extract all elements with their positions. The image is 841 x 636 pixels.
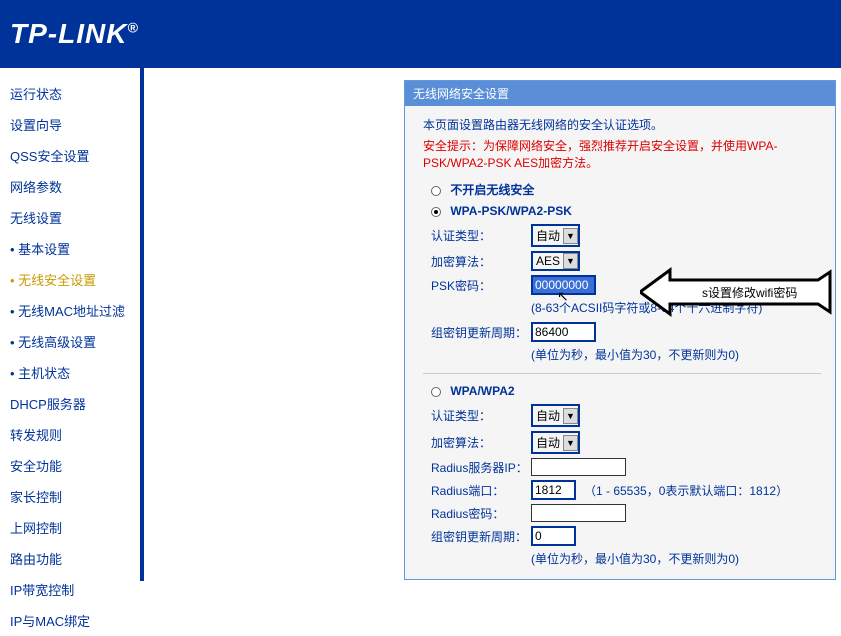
auth-type-select[interactable]: 自动▼ <box>531 224 580 247</box>
radio-icon <box>431 387 441 397</box>
sidebar-item-bandwidth[interactable]: IP带宽控制 <box>0 574 140 605</box>
sidebar-item-advanced[interactable]: 无线高级设置 <box>0 326 140 357</box>
radius-port-hint: （1 - 65535，0表示默认端口：1812） <box>584 482 788 499</box>
chevron-down-icon: ▼ <box>563 408 578 424</box>
group-key-label: 组密钥更新周期： <box>431 324 531 341</box>
sidebar-item-routing[interactable]: 路由功能 <box>0 543 140 574</box>
radio-wpapsk[interactable]: WPA-PSK/WPA2-PSK <box>431 204 821 218</box>
gk2-label: 组密钥更新周期： <box>431 528 531 545</box>
radio-wpa[interactable]: WPA/WPA2 <box>431 384 821 398</box>
sidebar-item-wizard[interactable]: 设置向导 <box>0 109 140 140</box>
panel-title: 无线网络安全设置 <box>405 81 835 106</box>
sidebar-item-network[interactable]: 网络参数 <box>0 171 140 202</box>
chevron-down-icon: ▼ <box>563 435 578 451</box>
radio-icon-checked <box>431 207 441 217</box>
chevron-down-icon: ▼ <box>563 253 578 269</box>
gk2-hint: (单位为秒，最小值为30，不更新则为0) <box>531 550 821 567</box>
radio-wpa-label: WPA/WPA2 <box>450 384 514 398</box>
sidebar-item-securityfn[interactable]: 安全功能 <box>0 450 140 481</box>
enc2-label: 加密算法： <box>431 434 531 451</box>
sidebar-item-wireless[interactable]: 无线设置 <box>0 202 140 233</box>
sidebar-item-macfilter[interactable]: 无线MAC地址过滤 <box>0 295 140 326</box>
radius-pw-label: Radius密码： <box>431 505 531 522</box>
sidebar-item-ipmac[interactable]: IP与MAC绑定 <box>0 605 140 636</box>
enc-alg-select[interactable]: AES▼ <box>531 251 580 271</box>
logo: TP-LINK® <box>10 18 139 50</box>
header: TP-LINK® <box>0 0 841 68</box>
separator <box>423 373 821 374</box>
sidebar-item-status[interactable]: 运行状态 <box>0 78 140 109</box>
radius-port-label: Radius端口： <box>431 482 531 499</box>
chevron-down-icon: ▼ <box>563 228 578 244</box>
psk-password-label: PSK密码： <box>431 277 531 294</box>
sidebar-item-access[interactable]: 上网控制 <box>0 512 140 543</box>
intro-text: 本页面设置路由器无线网络的安全认证选项。 <box>423 116 821 133</box>
group-key-hint: (单位为秒，最小值为30，不更新则为0) <box>531 346 821 363</box>
radio-wpapsk-label: WPA-PSK/WPA2-PSK <box>450 204 572 218</box>
enc-alg-label: 加密算法： <box>431 253 531 270</box>
radius-ip-input[interactable] <box>531 458 626 476</box>
radio-icon <box>431 186 441 196</box>
sidebar-item-forward[interactable]: 转发规则 <box>0 419 140 450</box>
sidebar: 运行状态 设置向导 QSS安全设置 网络参数 无线设置 基本设置 无线安全设置 … <box>0 68 140 581</box>
sidebar-item-basic[interactable]: 基本设置 <box>0 233 140 264</box>
sidebar-item-parent[interactable]: 家长控制 <box>0 481 140 512</box>
auth2-select[interactable]: 自动▼ <box>531 404 580 427</box>
main-content: 无线网络安全设置 本页面设置路由器无线网络的安全认证选项。 安全提示：为保障网络… <box>144 68 841 581</box>
sidebar-item-qss[interactable]: QSS安全设置 <box>0 140 140 171</box>
psk-hint: (8-63个ACSII码字符或8-64个十六进制字符) <box>531 299 821 316</box>
auth-type-label: 认证类型： <box>431 227 531 244</box>
radio-disable-label: 不开启无线安全 <box>450 183 534 197</box>
auth2-label: 认证类型： <box>431 407 531 424</box>
gk2-input[interactable] <box>531 526 576 546</box>
radius-ip-label: Radius服务器IP： <box>431 459 531 476</box>
enc2-select[interactable]: 自动▼ <box>531 431 580 454</box>
psk-password-input[interactable] <box>531 275 596 295</box>
group-key-input[interactable] <box>531 322 596 342</box>
sidebar-item-security[interactable]: 无线安全设置 <box>0 264 140 295</box>
radio-disable-security[interactable]: 不开启无线安全 <box>431 181 821 198</box>
warning-text: 安全提示：为保障网络安全，强烈推荐开启安全设置，并使用WPA-PSK/WPA2-… <box>423 137 821 171</box>
sidebar-item-dhcp[interactable]: DHCP服务器 <box>0 388 140 419</box>
radius-pw-input[interactable] <box>531 504 626 522</box>
settings-panel: 无线网络安全设置 本页面设置路由器无线网络的安全认证选项。 安全提示：为保障网络… <box>404 80 836 580</box>
radius-port-input[interactable] <box>531 480 576 500</box>
sidebar-item-hoststatus[interactable]: 主机状态 <box>0 357 140 388</box>
